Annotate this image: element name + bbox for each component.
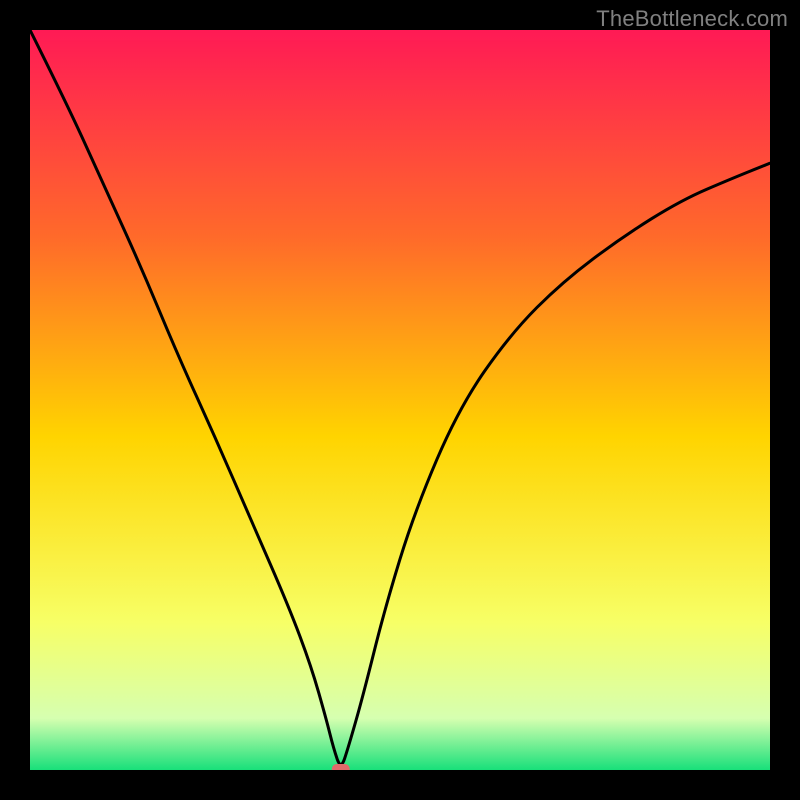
chart-svg xyxy=(30,30,770,770)
chart-frame: { "watermark": "TheBottleneck.com", "col… xyxy=(0,0,800,800)
plot-area xyxy=(30,30,770,770)
optimum-marker xyxy=(332,764,350,770)
watermark: TheBottleneck.com xyxy=(596,6,788,32)
gradient-background xyxy=(30,30,770,770)
